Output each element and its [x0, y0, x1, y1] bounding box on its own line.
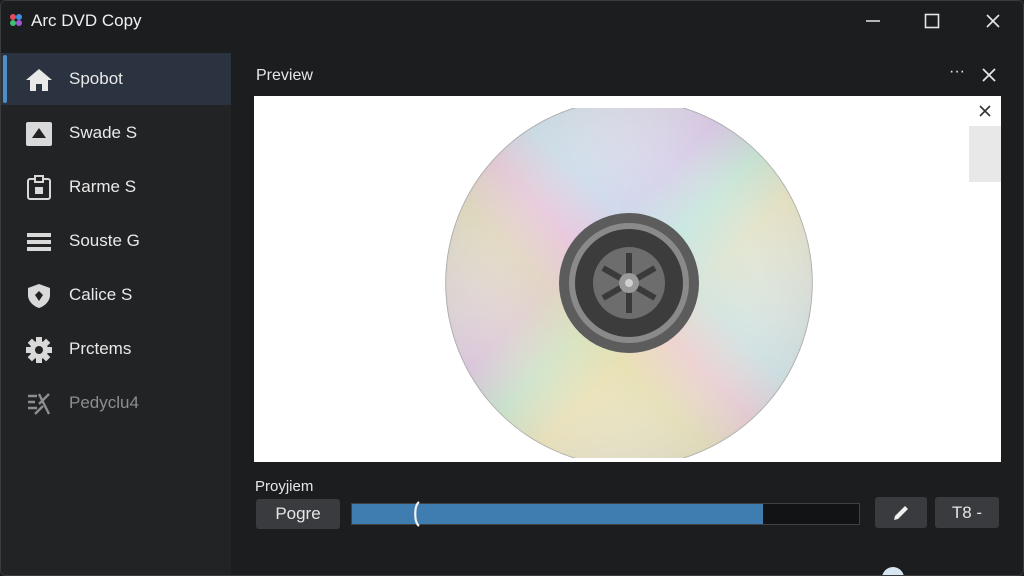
preview-area — [254, 96, 1001, 462]
edit-button[interactable] — [875, 497, 927, 528]
preview-close-icon[interactable] — [976, 102, 994, 120]
gear-icon — [25, 337, 53, 363]
preview-title: Preview — [256, 67, 313, 84]
minimize-button[interactable] — [853, 7, 893, 35]
preview-scrollbar[interactable] — [969, 126, 1001, 182]
maximize-button[interactable] — [912, 7, 952, 35]
minimize-icon — [866, 20, 880, 22]
sidebar-item-calice[interactable]: Calice S — [1, 269, 231, 321]
pencil-icon — [894, 505, 908, 520]
progress-handle-icon[interactable] — [412, 500, 422, 528]
drive-icon — [25, 175, 53, 201]
title-bar: Arc DVD Copy — [1, 1, 1023, 41]
maximize-icon — [924, 13, 940, 29]
app-window: Arc DVD Copy Spobot Swade S Rarme S Sous… — [0, 0, 1024, 576]
sidebar-item-label: Souste G — [69, 231, 140, 250]
sidebar-item-label: Rarme S — [69, 177, 137, 196]
dvd-disc-image — [445, 108, 813, 458]
sidebar-item-label: Swade S — [69, 123, 138, 142]
app-title: Arc DVD Copy — [31, 11, 142, 30]
more-options-button[interactable]: ··· — [945, 63, 969, 85]
close-icon — [986, 14, 1000, 28]
sidebar: Spobot Swade S Rarme S Souste G Calice S — [1, 53, 231, 575]
status-indicator — [882, 567, 904, 575]
speed-button[interactable]: T8 - — [935, 497, 999, 528]
tools-icon — [25, 391, 53, 417]
home-icon — [25, 67, 53, 93]
close-button[interactable] — [973, 7, 1013, 35]
sidebar-item-label: Calice S — [69, 285, 133, 304]
sidebar-item-rarme[interactable]: Rarme S — [1, 161, 231, 213]
list-icon — [25, 229, 53, 255]
sidebar-item-spobot[interactable]: Spobot — [1, 53, 231, 105]
sidebar-item-label: Prctems — [69, 339, 132, 358]
pause-button[interactable]: Pogre — [256, 499, 340, 529]
eject-icon — [25, 121, 53, 147]
progress-label: Proyjiem — [255, 478, 314, 495]
sidebar-item-label: Spobot — [69, 69, 123, 88]
main-panel: Preview ··· Proyjiem Pogre T8 - — [231, 53, 1023, 575]
shield-icon — [25, 283, 53, 309]
sidebar-item-swade[interactable]: Swade S — [1, 107, 231, 159]
panel-close-icon[interactable] — [979, 65, 999, 85]
sidebar-item-prctems[interactable]: Prctems — [1, 323, 231, 375]
app-logo-icon — [10, 14, 22, 26]
sidebar-item-souste[interactable]: Souste G — [1, 215, 231, 267]
progress-bar[interactable] — [351, 500, 860, 528]
sidebar-item-label: Pedyclu4 — [69, 393, 139, 412]
sidebar-item-pedyclu[interactable]: Pedyclu4 — [1, 377, 231, 429]
